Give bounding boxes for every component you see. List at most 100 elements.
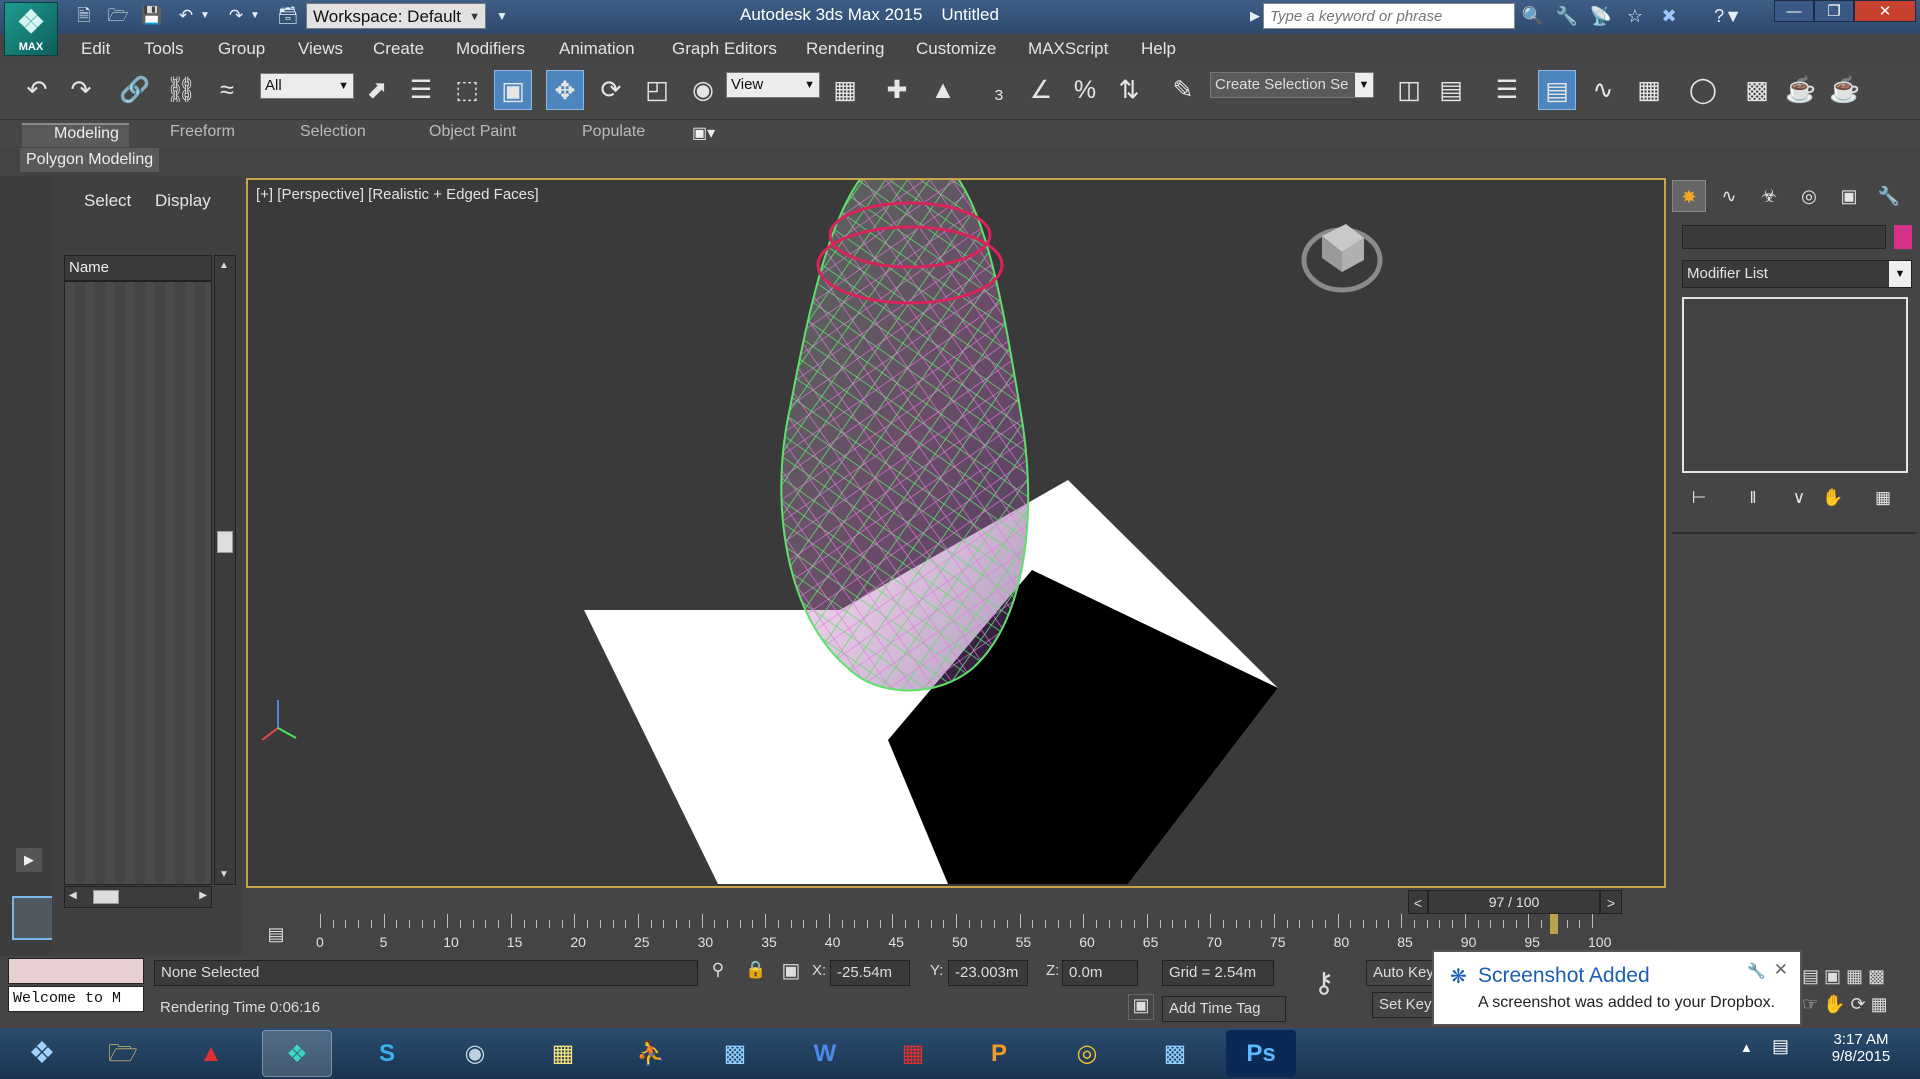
perspective-viewport[interactable]: [+] [Perspective] [Realistic + Edged Fac… — [246, 178, 1666, 888]
undo-icon[interactable]: ↶ — [18, 70, 56, 110]
skype-icon[interactable]: S — [352, 1030, 422, 1077]
modifier-stack[interactable] — [1682, 297, 1908, 473]
viewport-navigation-controls[interactable]: ▤ ▣ ▦ ▩ ☞ ✋ ⟳ ▦ — [1802, 962, 1916, 1022]
network-status-icon[interactable]: ▤ — [1772, 1036, 1789, 1057]
sticky-notes-icon[interactable]: ▦ — [528, 1030, 598, 1077]
scrollbar-thumb[interactable] — [217, 531, 233, 553]
3dsmax-taskbar-icon[interactable]: ❖ — [262, 1030, 332, 1077]
select-and-move-icon[interactable]: ✥ — [546, 70, 584, 110]
hscroll-thumb[interactable] — [93, 890, 119, 904]
undo-icon[interactable]: ↶ — [174, 5, 198, 27]
menu-maxscript[interactable]: MAXScript — [1028, 39, 1108, 59]
selection-filter-dropdown[interactable]: All ▼ — [260, 73, 354, 99]
z-coordinate-field[interactable]: 0.0m — [1062, 960, 1138, 986]
selection-lock-icon[interactable]: 🔒 — [744, 960, 768, 986]
autocad-icon[interactable]: ▲ — [176, 1030, 246, 1077]
menu-rendering[interactable]: Rendering — [806, 39, 884, 59]
photo-viewer-icon[interactable]: ▩ — [700, 1030, 770, 1077]
subscription-center-icon[interactable]: 🔧 — [1554, 4, 1580, 28]
file-explorer-icon[interactable]: 🗁 — [88, 1030, 158, 1077]
menu-help[interactable]: Help — [1141, 39, 1176, 59]
scroll-up-icon[interactable]: ▲ — [219, 260, 229, 271]
display-panel-tab-icon[interactable]: ▣ — [1832, 180, 1866, 212]
binoculars-icon[interactable]: 🔍 — [1520, 4, 1546, 28]
isolate-selection-icon[interactable]: ⚲ — [706, 960, 730, 986]
dropbox-notification[interactable]: ❋ Screenshot Added A screenshot was adde… — [1432, 950, 1802, 1026]
ribbon-tab-modeling[interactable]: Modeling — [22, 123, 129, 147]
open-file-icon[interactable]: 🗁 — [106, 5, 130, 27]
close-button[interactable]: ✕ — [1854, 0, 1916, 22]
customize-quick-access-icon[interactable]: ▼ — [490, 5, 514, 27]
undo-dropdown-icon[interactable]: ▼ — [198, 5, 212, 27]
close-icon[interactable]: ✕ — [1774, 960, 1788, 980]
powerpoint-viewer-icon[interactable]: P — [964, 1030, 1034, 1077]
settings-wrench-icon[interactable]: 🔧 — [1747, 962, 1766, 980]
ribbon-panel-polygon-modeling[interactable]: Polygon Modeling — [20, 148, 160, 172]
schematic-view-icon[interactable]: ▦ — [1630, 70, 1668, 110]
redo-icon[interactable]: ↷ — [224, 5, 248, 27]
object-color-swatch[interactable] — [1894, 225, 1912, 249]
menu-tools[interactable]: Tools — [144, 39, 184, 59]
new-file-icon[interactable]: 🗎 — [72, 5, 96, 27]
menu-animation[interactable]: Animation — [559, 39, 635, 59]
absolute-mode-transform-icon[interactable]: ▣ — [778, 958, 804, 986]
spinner-snap-icon[interactable]: ⇅ — [1110, 70, 1148, 110]
percent-snap-icon[interactable]: % — [1066, 70, 1104, 110]
modify-panel-tab-icon[interactable]: ∿ — [1712, 180, 1746, 212]
named-selection-set-dropdown[interactable]: Create Selection Se ▼ — [1210, 72, 1374, 98]
photoshop-icon[interactable]: Ps — [1226, 1030, 1296, 1077]
keyboard-shortcut-override-icon[interactable]: ▲ — [924, 70, 962, 110]
explorer-horizontal-scrollbar[interactable]: ◀ ▶ — [64, 886, 212, 908]
angle-snap-icon[interactable]: ∠ — [1022, 70, 1060, 110]
character-app-icon[interactable]: ⛹ — [616, 1030, 686, 1077]
select-and-rotate-icon[interactable]: ⟳ — [592, 70, 630, 110]
select-and-scale-icon[interactable]: ◰ — [638, 70, 676, 110]
ribbon-tab-object-paint[interactable]: Object Paint — [429, 123, 516, 141]
word-icon[interactable]: W — [790, 1030, 860, 1077]
show-end-result-icon[interactable]: ‖ — [1740, 486, 1766, 510]
material-editor-icon[interactable]: ◯ — [1684, 70, 1722, 110]
add-time-tag-button[interactable]: Add Time Tag — [1162, 996, 1286, 1022]
explorer-tab-display[interactable]: Display — [155, 191, 211, 211]
scroll-right-icon[interactable]: ▶ — [199, 890, 207, 901]
layout-expand-icon[interactable]: ▶ — [16, 848, 42, 872]
show-hidden-icons-icon[interactable]: ▲ — [1740, 1040, 1753, 1055]
pivot-center-icon[interactable]: ▦ — [826, 70, 864, 110]
reference-coordinate-dropdown[interactable]: View ▼ — [726, 72, 820, 98]
menu-group[interactable]: Group — [218, 39, 265, 59]
sketchup-icon[interactable]: ▦ — [878, 1030, 948, 1077]
view-cube-icon[interactable] — [1301, 224, 1383, 293]
search-input[interactable]: Type a keyword or phrase — [1263, 3, 1515, 29]
help-icon[interactable]: ?▼ — [1708, 4, 1748, 28]
hierarchy-panel-tab-icon[interactable]: ☣ — [1752, 180, 1786, 212]
utilities-panel-tab-icon[interactable]: 🔧 — [1872, 180, 1906, 212]
y-coordinate-field[interactable]: -23.003m — [948, 960, 1028, 986]
photos-icon[interactable]: ▩ — [1140, 1030, 1210, 1077]
start-button-icon[interactable]: ❖ — [8, 1030, 76, 1077]
select-manipulate-icon[interactable]: ✚ — [878, 70, 916, 110]
system-clock[interactable]: 3:17 AM 9/8/2015 — [1816, 1031, 1906, 1065]
modifier-list-dropdown[interactable]: Modifier List ▼ — [1682, 260, 1912, 288]
remove-modifier-icon[interactable]: ✋ — [1820, 486, 1846, 510]
select-and-place-icon[interactable]: ◉ — [684, 70, 722, 110]
menu-customize[interactable]: Customize — [916, 39, 996, 59]
ribbon-tab-selection[interactable]: Selection — [300, 123, 366, 141]
scroll-left-icon[interactable]: ◀ — [69, 890, 77, 901]
rectangular-selection-icon[interactable]: ⬚ — [448, 70, 486, 110]
next-frame-icon[interactable]: > — [1600, 890, 1622, 914]
menu-create[interactable]: Create — [373, 39, 424, 59]
ribbon-options-icon[interactable]: ▣▾ — [692, 123, 715, 143]
open-mini-curve-editor-icon[interactable]: ▤ — [262, 922, 290, 946]
ribbon-tab-populate[interactable]: Populate — [582, 123, 645, 141]
autodesk-exchange-icon[interactable]: ✖ — [1656, 4, 1682, 28]
maxscript-listener-input[interactable] — [8, 958, 144, 984]
menu-views[interactable]: Views — [298, 39, 343, 59]
select-object-icon[interactable]: ⬈ — [358, 70, 396, 110]
communication-center-icon[interactable]: 📡 — [1588, 4, 1614, 28]
align-icon[interactable]: ▤ — [1432, 70, 1470, 110]
bind-to-space-warp-icon[interactable]: ≈ — [208, 70, 246, 110]
time-slider-frame[interactable]: 97 / 100 — [1428, 890, 1600, 914]
favorites-star-icon[interactable]: ☆ — [1622, 4, 1648, 28]
set-key-button[interactable]: Set Key — [1372, 992, 1436, 1018]
configure-modifier-sets-icon[interactable]: ▦ — [1870, 486, 1896, 510]
